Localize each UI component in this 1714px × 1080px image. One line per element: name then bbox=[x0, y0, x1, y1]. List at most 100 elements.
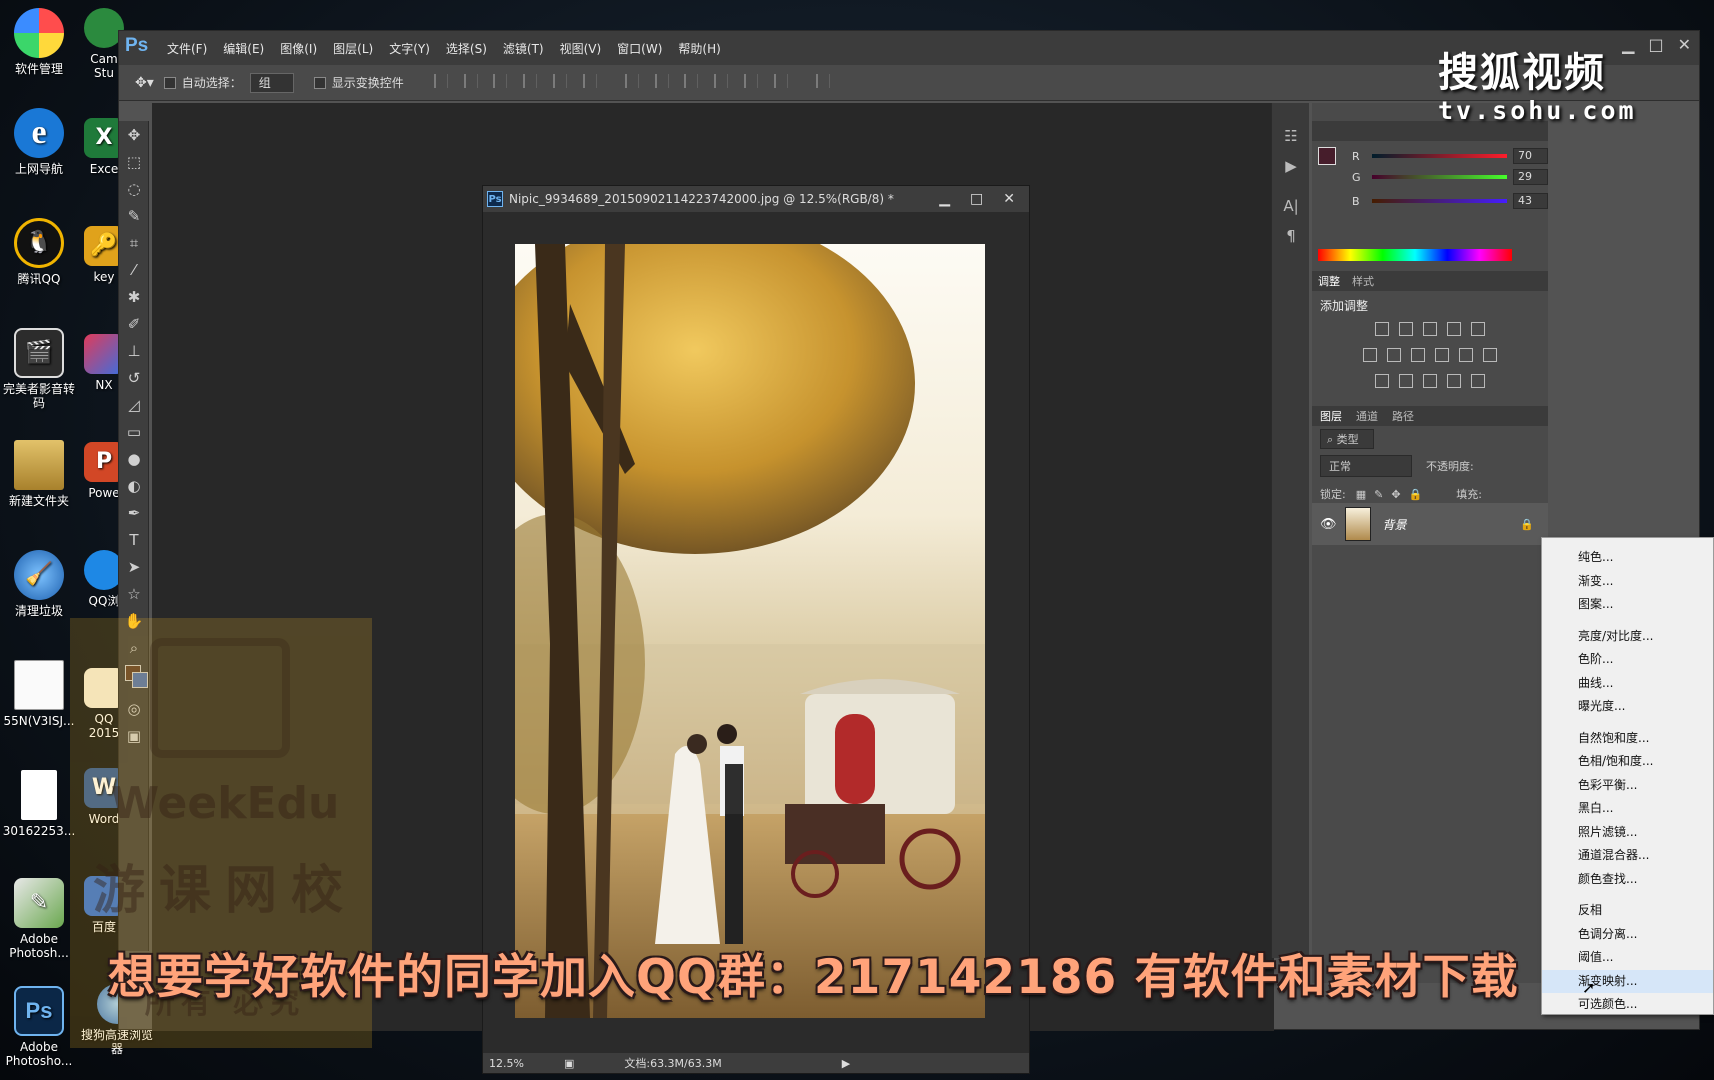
menu-exposure[interactable]: 曝光度... bbox=[1542, 695, 1713, 719]
black-white-icon[interactable] bbox=[1411, 348, 1425, 362]
menu-pattern[interactable]: 图案... bbox=[1542, 593, 1713, 617]
gradient-map-icon[interactable] bbox=[1471, 374, 1485, 388]
menu-hue-saturation[interactable]: 色相/饱和度... bbox=[1542, 750, 1713, 774]
distribute-top-icon[interactable] bbox=[624, 74, 639, 88]
exposure-icon[interactable] bbox=[1447, 322, 1461, 336]
menu-image[interactable]: 图像(I) bbox=[272, 40, 325, 57]
desktop-icon-photoshop[interactable]: Ps Adobe Photosho... bbox=[0, 986, 78, 1068]
tab-channels[interactable]: 通道 bbox=[1356, 408, 1378, 424]
distribute-left-icon[interactable] bbox=[714, 74, 729, 88]
desktop-icon-photoshop-shortcut[interactable]: ✎ Adobe Photosh... bbox=[0, 878, 78, 960]
actions-panel-icon[interactable]: ▶ bbox=[1272, 151, 1310, 181]
desktop-icon-blank-file[interactable]: 30162253... bbox=[0, 770, 78, 838]
blend-mode-dropdown[interactable]: 正常 bbox=[1320, 455, 1412, 477]
menu-selective-color[interactable]: 可选颜色... bbox=[1542, 993, 1713, 1017]
color-balance-icon[interactable] bbox=[1387, 348, 1401, 362]
canvas-photo[interactable] bbox=[515, 244, 985, 1018]
menu-gradient[interactable]: 渐变... bbox=[1542, 570, 1713, 594]
menu-invert[interactable]: 反相 bbox=[1542, 899, 1713, 923]
auto-select-checkbox[interactable] bbox=[163, 76, 176, 89]
eyedropper-tool-icon[interactable]: ⁄ bbox=[119, 256, 149, 283]
tab-paths[interactable]: 路径 bbox=[1392, 408, 1414, 424]
tab-layers[interactable]: 图层 bbox=[1320, 408, 1342, 424]
align-top-icon[interactable] bbox=[433, 74, 448, 88]
menu-black-white[interactable]: 黑白... bbox=[1542, 797, 1713, 821]
menu-threshold[interactable]: 阈值... bbox=[1542, 946, 1713, 970]
desktop-icon-software-manager[interactable]: 软件管理 bbox=[0, 8, 78, 76]
eraser-tool-icon[interactable]: ◿ bbox=[119, 391, 149, 418]
desktop-icon-video-converter[interactable]: 🎬 完美者影音转 码 bbox=[0, 328, 78, 410]
blur-tool-icon[interactable]: ● bbox=[119, 445, 149, 472]
menu-select[interactable]: 选择(S) bbox=[438, 40, 495, 57]
distribute-hcenter-icon[interactable] bbox=[744, 74, 759, 88]
align-left-icon[interactable] bbox=[523, 74, 538, 88]
menu-photo-filter[interactable]: 照片滤镜... bbox=[1542, 821, 1713, 845]
menu-curves[interactable]: 曲线... bbox=[1542, 672, 1713, 696]
history-brush-tool-icon[interactable]: ↺ bbox=[119, 364, 149, 391]
show-transform-checkbox[interactable] bbox=[313, 76, 326, 89]
menu-gradient-map[interactable]: 渐变映射... bbox=[1542, 969, 1713, 993]
red-slider[interactable] bbox=[1371, 154, 1507, 158]
auto-align-icon[interactable] bbox=[815, 74, 830, 88]
menu-filter[interactable]: 滤镜(T) bbox=[495, 40, 552, 57]
photo-filter-icon[interactable] bbox=[1435, 348, 1449, 362]
align-vcenter-icon[interactable] bbox=[463, 74, 478, 88]
blue-value[interactable]: 43 bbox=[1512, 193, 1548, 209]
desktop-icon-ie[interactable]: e 上网导航 bbox=[0, 108, 78, 176]
tab-styles[interactable]: 样式 bbox=[1352, 273, 1374, 289]
invert-icon[interactable] bbox=[1375, 374, 1389, 388]
doc-close-icon[interactable]: ✕ bbox=[1003, 191, 1015, 207]
doc-maximize-icon[interactable]: □ bbox=[970, 191, 983, 207]
selective-color-icon[interactable] bbox=[1447, 374, 1461, 388]
menu-color-balance[interactable]: 色彩平衡... bbox=[1542, 774, 1713, 798]
curves-icon[interactable] bbox=[1423, 322, 1437, 336]
color-lookup-icon[interactable] bbox=[1483, 348, 1497, 362]
layer-name[interactable]: 背景 bbox=[1383, 516, 1407, 533]
crop-tool-icon[interactable]: ⌗ bbox=[119, 229, 149, 256]
blue-slider[interactable] bbox=[1371, 199, 1507, 203]
distribute-right-icon[interactable] bbox=[773, 74, 788, 88]
fg-color-swatch[interactable] bbox=[1318, 147, 1336, 165]
desktop-icon-document[interactable]: 55N(V3ISJ... bbox=[0, 660, 78, 728]
align-hcenter-icon[interactable] bbox=[553, 74, 568, 88]
posterize-icon[interactable] bbox=[1399, 374, 1413, 388]
desktop-icon-new-folder[interactable]: 新建文件夹 bbox=[0, 440, 78, 508]
brush-tool-icon[interactable]: ✐ bbox=[119, 310, 149, 337]
status-arrow-icon[interactable]: ▶ bbox=[842, 1057, 850, 1070]
status-toggle-icon[interactable]: ▣ bbox=[564, 1057, 574, 1070]
type-tool-icon[interactable]: T bbox=[119, 526, 149, 553]
hue-saturation-icon[interactable] bbox=[1363, 348, 1377, 362]
character-panel-icon[interactable]: A| bbox=[1272, 191, 1310, 221]
green-value[interactable]: 29 bbox=[1512, 169, 1548, 185]
align-bottom-icon[interactable] bbox=[493, 74, 508, 88]
color-swatch-pair[interactable] bbox=[1318, 147, 1348, 177]
channel-mixer-icon[interactable] bbox=[1459, 348, 1473, 362]
menu-levels[interactable]: 色阶... bbox=[1542, 648, 1713, 672]
desktop-icon-cleanup[interactable]: 🧹 清理垃圾 bbox=[0, 550, 78, 618]
move-tool-icon[interactable]: ✥▾ bbox=[135, 75, 154, 91]
menu-edit[interactable]: 编辑(E) bbox=[215, 40, 272, 57]
threshold-icon[interactable] bbox=[1423, 374, 1437, 388]
menu-help[interactable]: 帮助(H) bbox=[670, 40, 728, 57]
paragraph-panel-icon[interactable]: ¶ bbox=[1272, 221, 1310, 251]
gradient-tool-icon[interactable]: ▭ bbox=[119, 418, 149, 445]
quick-select-tool-icon[interactable]: ✎ bbox=[119, 202, 149, 229]
stamp-tool-icon[interactable]: ⊥ bbox=[119, 337, 149, 364]
menu-file[interactable]: 文件(F) bbox=[159, 40, 215, 57]
green-slider[interactable] bbox=[1371, 175, 1507, 179]
tab-adjustments[interactable]: 调整 bbox=[1318, 273, 1340, 289]
history-panel-icon[interactable]: ☷ bbox=[1272, 121, 1310, 151]
distribute-bottom-icon[interactable] bbox=[684, 74, 699, 88]
filter-kind-dropdown[interactable]: ⌕ 类型 bbox=[1320, 429, 1374, 449]
menu-color-lookup[interactable]: 颜色查找... bbox=[1542, 868, 1713, 892]
eye-icon[interactable]: 👁 bbox=[1320, 517, 1337, 532]
path-select-tool-icon[interactable]: ➤ bbox=[119, 553, 149, 580]
menu-type[interactable]: 文字(Y) bbox=[381, 40, 438, 57]
auto-select-dropdown[interactable]: 组 bbox=[249, 72, 294, 93]
layer-background[interactable]: 👁 背景 🔒 bbox=[1312, 503, 1548, 545]
vibrance-icon[interactable] bbox=[1471, 322, 1485, 336]
lasso-tool-icon[interactable]: ◌ bbox=[119, 175, 149, 202]
menu-solid-color[interactable]: 纯色... bbox=[1542, 546, 1713, 570]
menu-channel-mixer[interactable]: 通道混合器... bbox=[1542, 844, 1713, 868]
menu-vibrance[interactable]: 自然饱和度... bbox=[1542, 727, 1713, 751]
